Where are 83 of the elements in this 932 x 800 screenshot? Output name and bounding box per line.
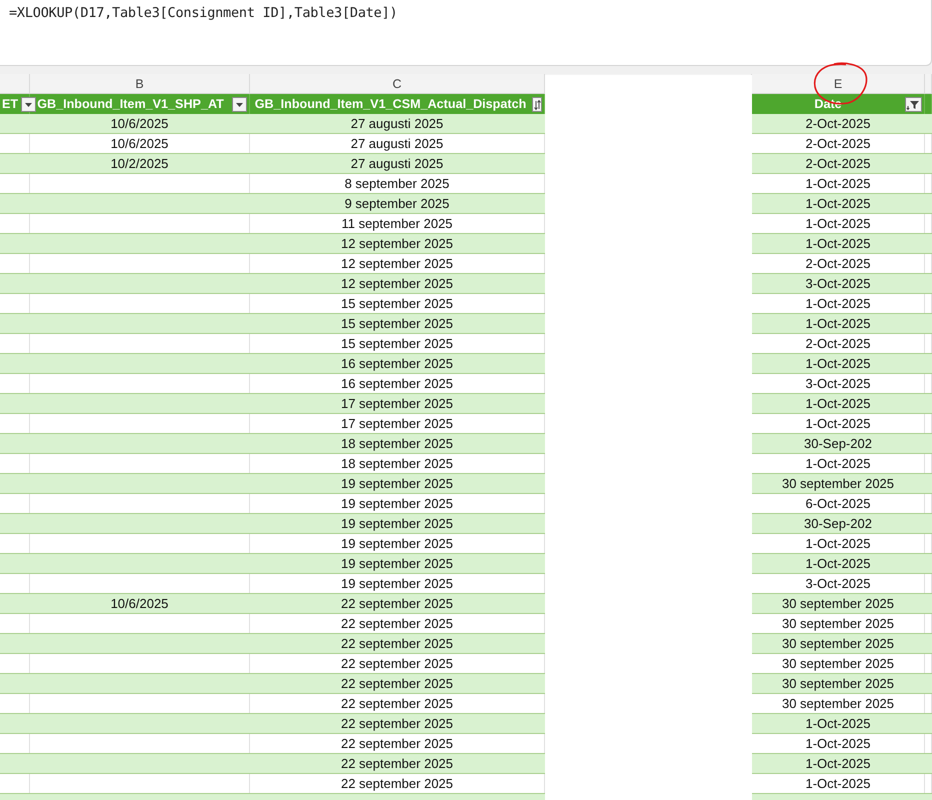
- table-cell: 22 september 2025: [340, 696, 454, 711]
- table-cell: 30 september 2025: [782, 616, 894, 631]
- table-cell: 10/6/2025: [110, 116, 168, 131]
- table-cell: 2-Oct-2025: [805, 156, 871, 171]
- table-cell: 22 september 2025: [340, 656, 454, 671]
- table-cell: 16 september 2025: [340, 376, 454, 391]
- table-cell: 30 september 2025: [782, 636, 894, 651]
- table-cell: 6-Oct-2025: [805, 496, 871, 511]
- table-cell: 12 september 2025: [340, 256, 454, 271]
- table-cell: 2-Oct-2025: [805, 116, 871, 131]
- table-cell: 1-Oct-2025: [805, 776, 871, 791]
- table-cell: 1-Oct-2025: [805, 236, 871, 251]
- table-cell: 30 september 2025: [782, 656, 894, 671]
- table-cell: 30 september 2025: [782, 676, 894, 691]
- table-cell: 19 september 2025: [340, 516, 454, 531]
- table-cell: 22 september 2025: [340, 636, 454, 651]
- filter-button[interactable]: [905, 96, 922, 112]
- table-cell: 10/6/2025: [110, 596, 168, 611]
- table-cell: 30 september 2025: [782, 476, 894, 491]
- table-cell: 2-Oct-2025: [805, 136, 871, 151]
- table-cell: 16 september 2025: [340, 356, 454, 371]
- column-header: GB_Inbound_Item_V1_SHP_AT: [36, 97, 225, 111]
- table-cell: 3-Oct-2025: [805, 376, 871, 391]
- column-letter[interactable]: B: [135, 76, 144, 90]
- table-cell: 27 augusti 2025: [350, 116, 444, 131]
- table-cell: 1-Oct-2025: [805, 316, 871, 331]
- table-cell: 1-Oct-2025: [805, 536, 871, 551]
- table-cell: 1-Oct-2025: [805, 736, 871, 751]
- table-cell: 8 september 2025: [344, 176, 450, 191]
- column-header: ET: [2, 97, 18, 111]
- table-cell: 22 september 2025: [340, 596, 454, 611]
- table-cell: 22 september 2025: [340, 776, 454, 791]
- table-cell: 12 september 2025: [340, 236, 454, 251]
- table-cell: 1-Oct-2025: [805, 756, 871, 771]
- table-cell: 22 september 2025: [340, 616, 454, 631]
- table-cell: 19 september 2025: [340, 496, 454, 511]
- table-cell: 1-Oct-2025: [805, 556, 871, 571]
- column-header: GB_Inbound_Item_V1_CSM_Actual_Dispatch: [254, 97, 528, 111]
- table-cell: 1-Oct-2025: [805, 716, 871, 731]
- table-cell: 10/2/2025: [110, 156, 168, 171]
- table-cell: 11 september 2025: [341, 216, 453, 231]
- table-cell: 27 augusti 2025: [350, 156, 444, 171]
- table-cell: 19 september 2025: [340, 476, 454, 491]
- table-cell: 3-Oct-2025: [805, 576, 871, 591]
- table-cell: 1-Oct-2025: [805, 416, 871, 431]
- column-letter[interactable]: C: [392, 76, 402, 90]
- table-cell: 30-Sep-202: [804, 436, 872, 451]
- table-cell: 2-Oct-2025: [805, 336, 871, 351]
- table-cell: 15 september 2025: [340, 336, 454, 351]
- table-cell: 30-Sep-202: [804, 516, 872, 531]
- table-cell: 10/6/2025: [110, 136, 168, 151]
- table-cell: 1-Oct-2025: [805, 396, 871, 411]
- table-cell: 15 september 2025: [340, 316, 454, 331]
- dropdown-button[interactable]: [21, 96, 36, 112]
- dropdown-button[interactable]: [232, 96, 247, 112]
- table-cell: 1-Oct-2025: [805, 356, 871, 371]
- table-cell: 15 september 2025: [340, 296, 454, 311]
- table-cell: 18 september 2025: [340, 436, 454, 451]
- table-cell: 1-Oct-2025: [805, 296, 871, 311]
- table-cell: 19 september 2025: [340, 556, 454, 571]
- formula-field[interactable]: =XLOOKUP(D17,Table3[Consignment ID],Table3[Date]): [0, 0, 932, 66]
- table-cell: 1-Oct-2025: [805, 176, 871, 191]
- table-cell: 2-Oct-2025: [805, 256, 871, 271]
- table-cell: 17 september 2025: [340, 396, 454, 411]
- column-letter[interactable]: E: [834, 76, 842, 90]
- sort-button[interactable]: [532, 96, 542, 112]
- table-cell: 9 september 2025: [344, 196, 450, 211]
- table-cell: 1-Oct-2025: [805, 196, 871, 211]
- table-cell: 27 augusti 2025: [350, 136, 444, 151]
- table-cell: 22 september 2025: [340, 756, 454, 771]
- table-cell: 19 september 2025: [340, 536, 454, 551]
- table-cell: 22 september 2025: [340, 736, 454, 751]
- table-cell: 22 september 2025: [340, 716, 454, 731]
- table-cell: 12 september 2025: [340, 276, 454, 291]
- table-cell: 30 september 2025: [782, 596, 894, 611]
- table-cell: 17 september 2025: [340, 416, 454, 431]
- table-cell: 1-Oct-2025: [805, 216, 871, 231]
- table-cell: 30 september 2025: [782, 696, 894, 711]
- table-cell: 22 september 2025: [340, 676, 454, 691]
- table-cell: 18 september 2025: [340, 456, 454, 471]
- table-cell: 3-Oct-2025: [805, 276, 871, 291]
- table-cell: 19 september 2025: [340, 576, 454, 591]
- table-cell: 1-Oct-2025: [805, 456, 871, 471]
